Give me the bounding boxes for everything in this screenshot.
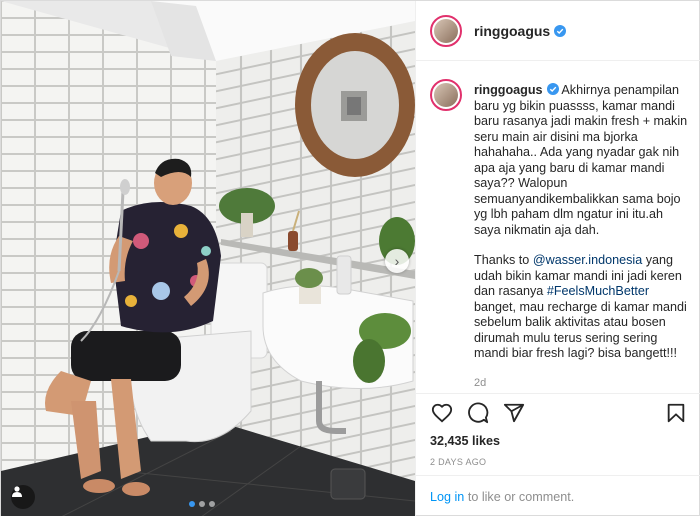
- instagram-post: › ringgoagus ringgoagus Akhirnya penampi…: [0, 0, 700, 516]
- caption-paragraph-1: Akhirnya penampilan baru yg bikin puasss…: [474, 83, 688, 237]
- verified-badge-icon: [546, 83, 559, 95]
- likes-count[interactable]: 32,435 likes: [430, 434, 688, 448]
- share-icon: [503, 403, 525, 423]
- comment-button[interactable]: [466, 401, 490, 425]
- carousel-indicator: [189, 501, 215, 507]
- avatar[interactable]: [430, 14, 462, 47]
- chevron-right-icon: ›: [394, 253, 400, 269]
- caption-section: ringgoagus Akhirnya penampilan baru yg b…: [416, 75, 700, 393]
- carousel-dot: [199, 501, 205, 507]
- heart-icon: [431, 403, 453, 423]
- comment-icon: [468, 402, 489, 424]
- like-button[interactable]: [430, 401, 454, 425]
- bookmark-icon: [667, 403, 685, 423]
- post-side-panel: ringgoagus ringgoagus Akhirnya penampila…: [415, 1, 700, 516]
- caption-text-segment: banget, mau recharge di kamar mandi sebe…: [474, 299, 687, 361]
- mention-link[interactable]: @wasser.indonesia: [533, 253, 642, 267]
- user-tags-button[interactable]: [11, 485, 35, 509]
- post-actions: 32,435 likes 2 DAYS AGO: [416, 393, 700, 467]
- header-username[interactable]: ringgoagus: [474, 23, 550, 39]
- verified-badge-icon: [554, 24, 567, 37]
- post-date[interactable]: 2 DAYS AGO: [430, 457, 688, 467]
- caption-timestamp[interactable]: 2d: [474, 377, 688, 389]
- login-prompt-text: to like or comment.: [464, 490, 575, 504]
- caption-text: ringgoagus Akhirnya penampilan baru yg b…: [474, 83, 688, 377]
- login-prompt: Log in to like or comment.: [416, 475, 700, 516]
- post-header: ringgoagus: [416, 1, 700, 61]
- user-tag-icon: [12, 486, 22, 497]
- save-button[interactable]: [664, 401, 688, 425]
- action-icons: [430, 394, 688, 432]
- bathroom-photo-illustration: [1, 1, 415, 516]
- share-button[interactable]: [502, 401, 526, 425]
- caption-username[interactable]: ringgoagus: [474, 83, 543, 97]
- avatar[interactable]: [430, 79, 462, 111]
- carousel-dot: [209, 501, 215, 507]
- carousel-dot: [189, 501, 195, 507]
- post-photo[interactable]: ›: [1, 1, 415, 516]
- caption-text-segment: Thanks to: [474, 253, 533, 267]
- hashtag-link[interactable]: #FeelsMuchBetter: [547, 284, 649, 298]
- next-slide-button[interactable]: ›: [385, 249, 409, 273]
- caption-row: ringgoagus Akhirnya penampilan baru yg b…: [430, 75, 688, 377]
- login-link[interactable]: Log in: [430, 490, 464, 504]
